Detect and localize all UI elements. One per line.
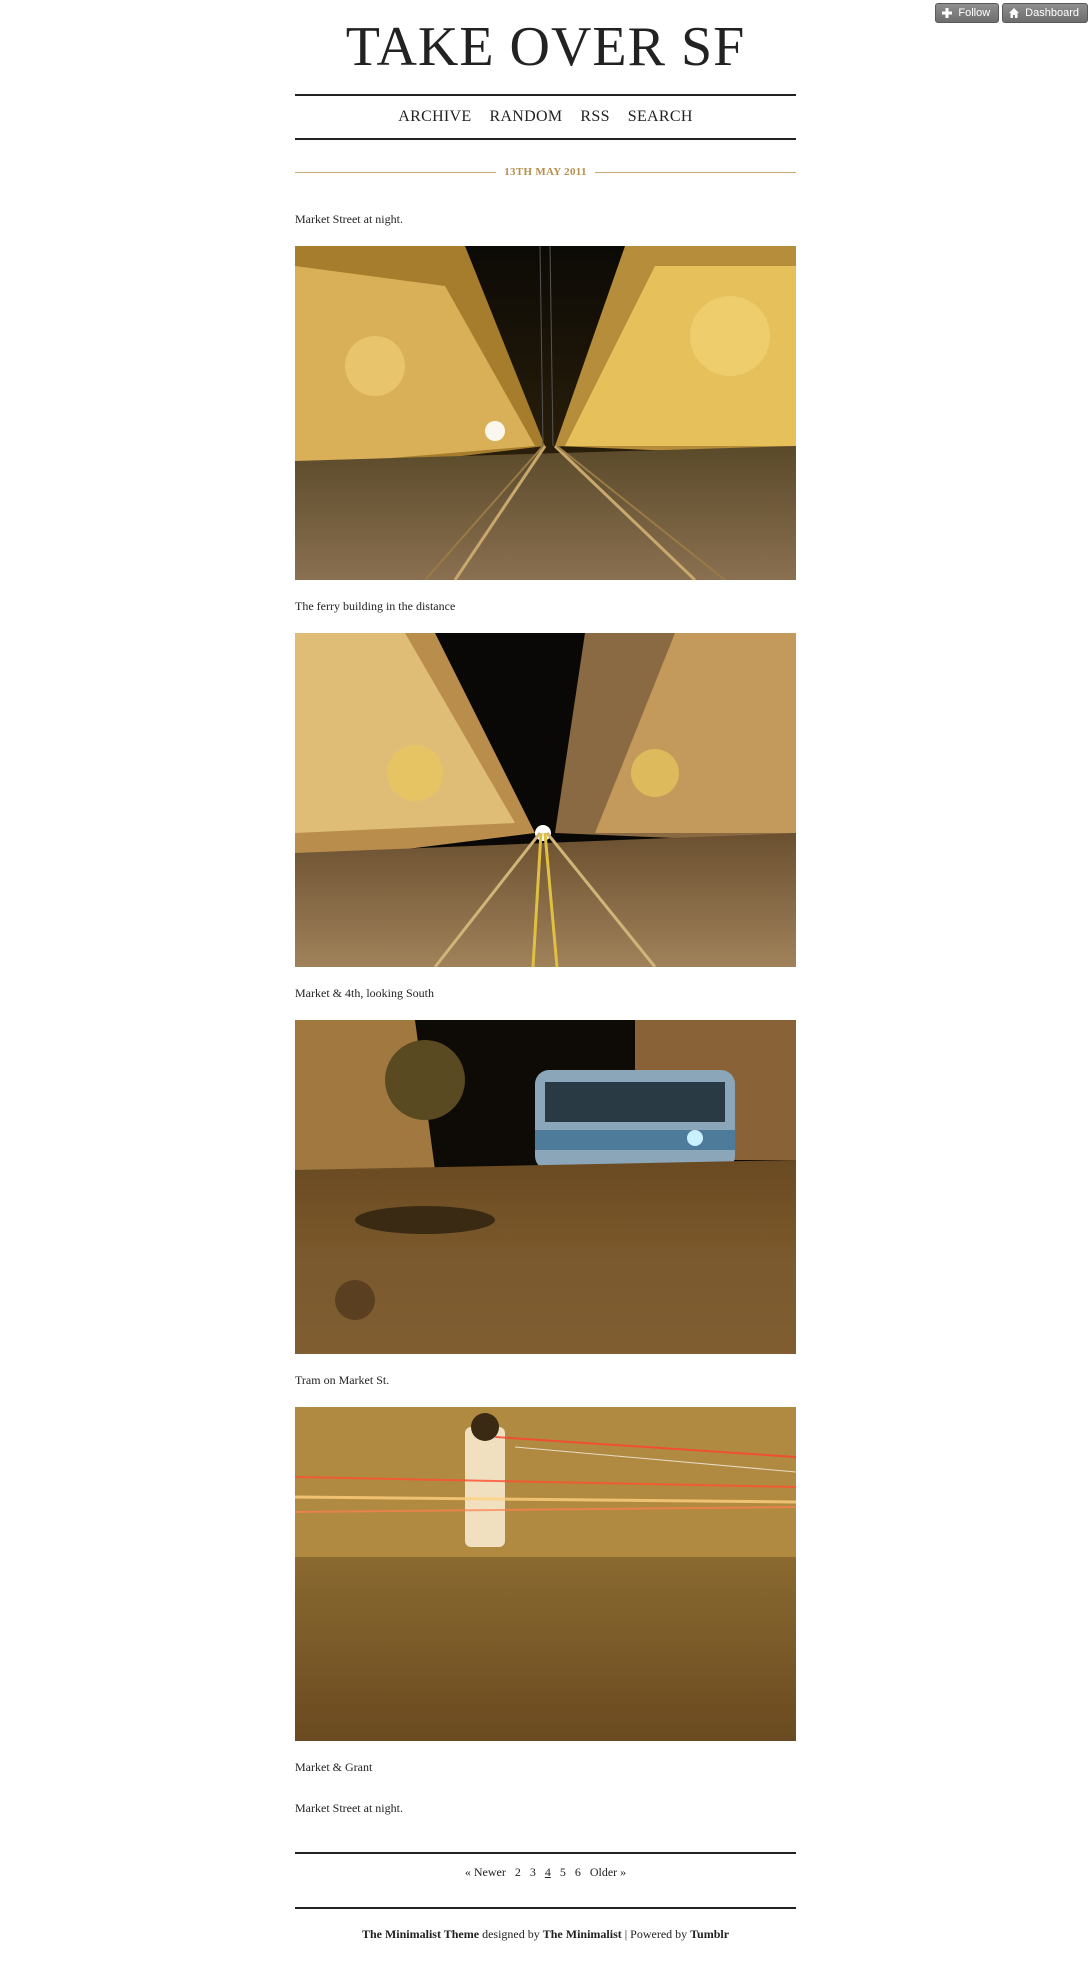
- pagination-newer[interactable]: « Newer: [465, 1865, 506, 1879]
- page-link[interactable]: 2: [515, 1865, 521, 1879]
- dashboard-label: Dashboard: [1025, 7, 1079, 19]
- home-icon: [1009, 8, 1020, 18]
- post-photo[interactable]: [295, 246, 796, 580]
- post-date[interactable]: 13TH MAY 2011: [504, 166, 587, 178]
- pagination-divider-bottom: [295, 1907, 796, 1909]
- nav-search[interactable]: SEARCH: [628, 108, 693, 126]
- page-link[interactable]: 6: [575, 1865, 581, 1879]
- post-outro: Market Street at night.: [295, 1801, 403, 1815]
- page-link[interactable]: 3: [530, 1865, 536, 1879]
- follow-button[interactable]: Follow: [935, 3, 1000, 23]
- nav-random[interactable]: RANDOM: [489, 108, 562, 126]
- post-photo[interactable]: [295, 1407, 796, 1741]
- post-photo[interactable]: [295, 1020, 796, 1354]
- footer-designer-link[interactable]: The Minimalist: [543, 1927, 622, 1941]
- main-nav: ARCHIVE RANDOM RSS SEARCH: [295, 94, 796, 140]
- photo-caption: Market & 4th, looking South: [295, 986, 434, 1000]
- footer: The Minimalist Theme designed by The Min…: [295, 1927, 796, 1942]
- photo-ferry-building: [295, 633, 796, 967]
- page-link[interactable]: 5: [560, 1865, 566, 1879]
- pagination-divider-top: [295, 1852, 796, 1854]
- post-intro: Market Street at night.: [295, 212, 403, 226]
- post-date-row: 13TH MAY 2011: [295, 166, 797, 178]
- tumblr-controls: Follow Dashboard: [935, 3, 1088, 23]
- pagination: « Newer 2 3 4 5 6 Older »: [295, 1865, 796, 1880]
- date-divider-right: [594, 171, 797, 173]
- follow-label: Follow: [958, 7, 991, 19]
- date-divider-left: [295, 171, 497, 173]
- footer-designed-by: designed by: [482, 1927, 540, 1941]
- footer-platform-link[interactable]: Tumblr: [690, 1927, 729, 1941]
- page-current: 4: [544, 1865, 551, 1879]
- pagination-older[interactable]: Older »: [590, 1865, 626, 1879]
- footer-separator: | Powered by: [624, 1927, 688, 1941]
- footer-theme-link[interactable]: The Minimalist Theme: [362, 1927, 479, 1941]
- main-column: TAKE OVER SF ARCHIVE RANDOM RSS SEARCH 1…: [295, 0, 797, 1941]
- photo-caption: Market & Grant: [295, 1760, 373, 1774]
- post-photo[interactable]: [295, 633, 796, 967]
- photo-caption: The ferry building in the distance: [295, 599, 456, 613]
- photo-caption: Tram on Market St.: [295, 1373, 390, 1387]
- site-title[interactable]: TAKE OVER SF: [295, 0, 796, 77]
- nav-archive[interactable]: ARCHIVE: [398, 108, 471, 126]
- dashboard-button[interactable]: Dashboard: [1002, 3, 1088, 23]
- photo-market-grant: [295, 1407, 796, 1741]
- plus-icon: [942, 8, 953, 18]
- photo-market-night: [295, 246, 796, 580]
- photo-tram: [295, 1020, 796, 1354]
- nav-rss[interactable]: RSS: [580, 108, 609, 126]
